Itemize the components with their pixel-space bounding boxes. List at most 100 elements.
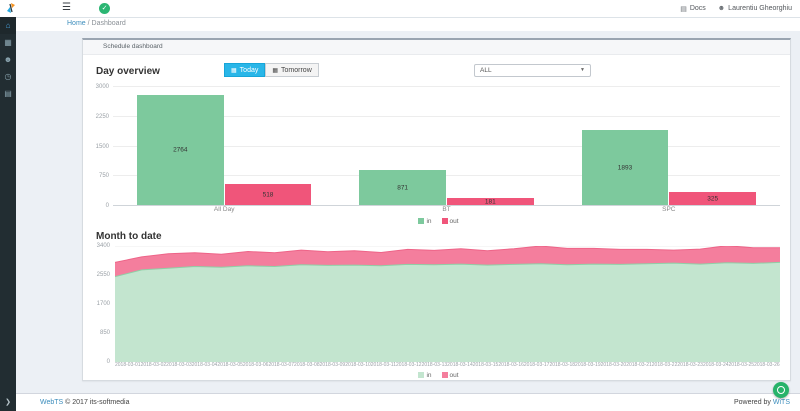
day-overview-bar-chart: 0750150022503000 2764 518 871 181 1893 3… (93, 87, 784, 226)
x-axis-label: 2018-03-18 (549, 362, 575, 370)
x-axis-label: 2018-03-05 (217, 362, 243, 370)
bar-group: 1893 325 (558, 87, 780, 205)
bar-value-label: 325 (669, 195, 756, 202)
x-axis-label: 2018-03-03 (166, 362, 192, 370)
bar-segment-out: 181 (447, 198, 534, 205)
calendar-icon: ▦ (272, 67, 278, 74)
sidebar-toggle-icon[interactable]: ☰ (62, 0, 71, 17)
footer-webts-link[interactable]: WebTS (40, 399, 63, 406)
day-toggle-group: ▦ Today ▦ Tomorrow (224, 63, 319, 77)
calendar-icon: ▦ (4, 38, 12, 47)
breadcrumb-current: Dashboard (92, 20, 126, 27)
x-axis-label: 2018-03-10 (345, 362, 371, 370)
y-axis-label: 3400 (97, 243, 110, 249)
x-axis-label: 2018-03-09 (320, 362, 346, 370)
clock-icon: ◷ (5, 72, 12, 81)
footer-powered-by: Powered by (734, 399, 771, 406)
page-footer: WebTS © 2017 its-softmedia Powered by Wi… (16, 393, 800, 411)
bar-group: 2764 518 (113, 87, 335, 205)
bar-value-label: 2764 (137, 147, 224, 154)
bar-segment-in: 2764 (137, 95, 224, 205)
list-icon: ▤ (4, 89, 12, 98)
x-axis-label: 2018-03-17 (524, 362, 550, 370)
area-plot (115, 246, 780, 362)
chart-legend: in out (93, 370, 784, 380)
dashboard-icon: ⌂ (6, 21, 11, 30)
user-name: Laurentiu Gheorghiu (728, 5, 792, 12)
sidebar-item-calendar[interactable]: ▦ (0, 34, 16, 51)
feedback-icon (777, 386, 785, 394)
legend-item: in (418, 372, 431, 379)
filter-select-value: ALL (480, 65, 492, 76)
breadcrumb-separator: / (88, 20, 90, 27)
x-axis-label: All Day (113, 206, 335, 216)
app-logo-icon (5, 2, 17, 14)
y-axis-label: 0 (106, 203, 109, 209)
user-icon: ☻ (718, 5, 725, 12)
x-axis-label: 2018-03-26 (754, 362, 780, 370)
x-axis-label: 2018-03-22 (652, 362, 678, 370)
x-axis-label: SPC (558, 206, 780, 216)
y-axis-label: 0 (107, 359, 110, 365)
bar-segment-out: 518 (225, 184, 312, 205)
x-axis-label: BT (335, 206, 557, 216)
y-axis: 0 850 1700 2550 3400 (93, 246, 115, 362)
x-axis: All DayBTSPC (113, 206, 780, 216)
y-axis-label: 850 (100, 330, 110, 336)
x-axis-label: 2018-03-04 (192, 362, 218, 370)
footer-wits-link[interactable]: WiTS (773, 399, 790, 406)
user-menu[interactable]: ☻ Laurentiu Gheorghiu (718, 5, 792, 12)
sidebar-collapse-chevron-icon[interactable]: ❯ (0, 393, 16, 411)
area-series-in (115, 262, 780, 362)
tomorrow-button[interactable]: ▦ Tomorrow (265, 63, 318, 77)
filter-select[interactable]: ALL ▼ (474, 64, 591, 77)
sidebar-item-clock[interactable]: ◷ (0, 68, 16, 85)
bar-segment-in: 1893 (582, 130, 669, 205)
sidebar-item-users[interactable]: ☻ (0, 51, 16, 68)
x-axis-label: 2018-03-06 (243, 362, 269, 370)
footer-copyright: © 2017 its-softmedia (65, 399, 129, 406)
breadcrumb: Home / Dashboard (16, 17, 800, 31)
month-to-date-area-chart: 0850170025503400 2018-03-012018-03-02201… (93, 246, 784, 380)
x-axis-label: 2018-03-16 (498, 362, 524, 370)
panel-body: Day overview ▦ Today ▦ Tomorrow ALL ▼ 0 7… (83, 55, 790, 382)
y-axis-label: 750 (99, 173, 109, 179)
y-axis-label: 2250 (96, 114, 109, 120)
x-axis-label: 2018-03-11 (371, 362, 396, 370)
x-axis-label: 2018-03-08 (294, 362, 320, 370)
bar-group: 871 181 (335, 87, 557, 205)
bar-segment-out: 325 (669, 192, 756, 205)
x-axis-label: 2018-03-12 (396, 362, 422, 370)
breadcrumb-home-link[interactable]: Home (67, 20, 86, 27)
x-axis-label: 2018-03-23 (677, 362, 703, 370)
bar-value-label: 1893 (582, 164, 669, 171)
x-axis-label: 2018-03-07 (268, 362, 294, 370)
y-axis-label: 1700 (97, 301, 110, 307)
today-button[interactable]: ▦ Today (224, 63, 265, 77)
x-axis-label: 2018-03-13 (422, 362, 448, 370)
feedback-fab-button[interactable] (773, 382, 789, 398)
legend-item: in (418, 218, 431, 225)
x-axis-label: 2018-03-21 (626, 362, 652, 370)
legend-item: out (442, 218, 459, 225)
book-icon: ▤ (680, 5, 687, 13)
y-axis-label: 2550 (97, 272, 110, 278)
status-check-icon[interactable]: ✓ (99, 3, 110, 14)
bar-segment-in: 871 (359, 170, 446, 205)
docs-label: Docs (690, 5, 706, 12)
sidebar-item-reports[interactable]: ▤ (0, 85, 16, 102)
day-overview-title: Day overview (96, 66, 160, 77)
y-axis-label: 1500 (96, 144, 109, 150)
users-icon: ☻ (4, 55, 12, 64)
x-axis-label: 2018-03-01 (115, 362, 141, 370)
chart-legend: in out (93, 216, 784, 226)
sidebar-item-dashboard[interactable]: ⌂ (0, 17, 16, 34)
x-axis-label: 2018-03-25 (729, 362, 755, 370)
x-axis-label: 2018-03-19 (575, 362, 601, 370)
bar-value-label: 181 (447, 198, 534, 205)
month-to-date-title: Month to date (96, 231, 784, 242)
chevron-down-icon: ▼ (580, 65, 585, 76)
docs-link[interactable]: ▤ Docs (680, 5, 706, 13)
x-axis-label: 2018-03-24 (703, 362, 729, 370)
x-axis-label: 2018-03-02 (141, 362, 167, 370)
